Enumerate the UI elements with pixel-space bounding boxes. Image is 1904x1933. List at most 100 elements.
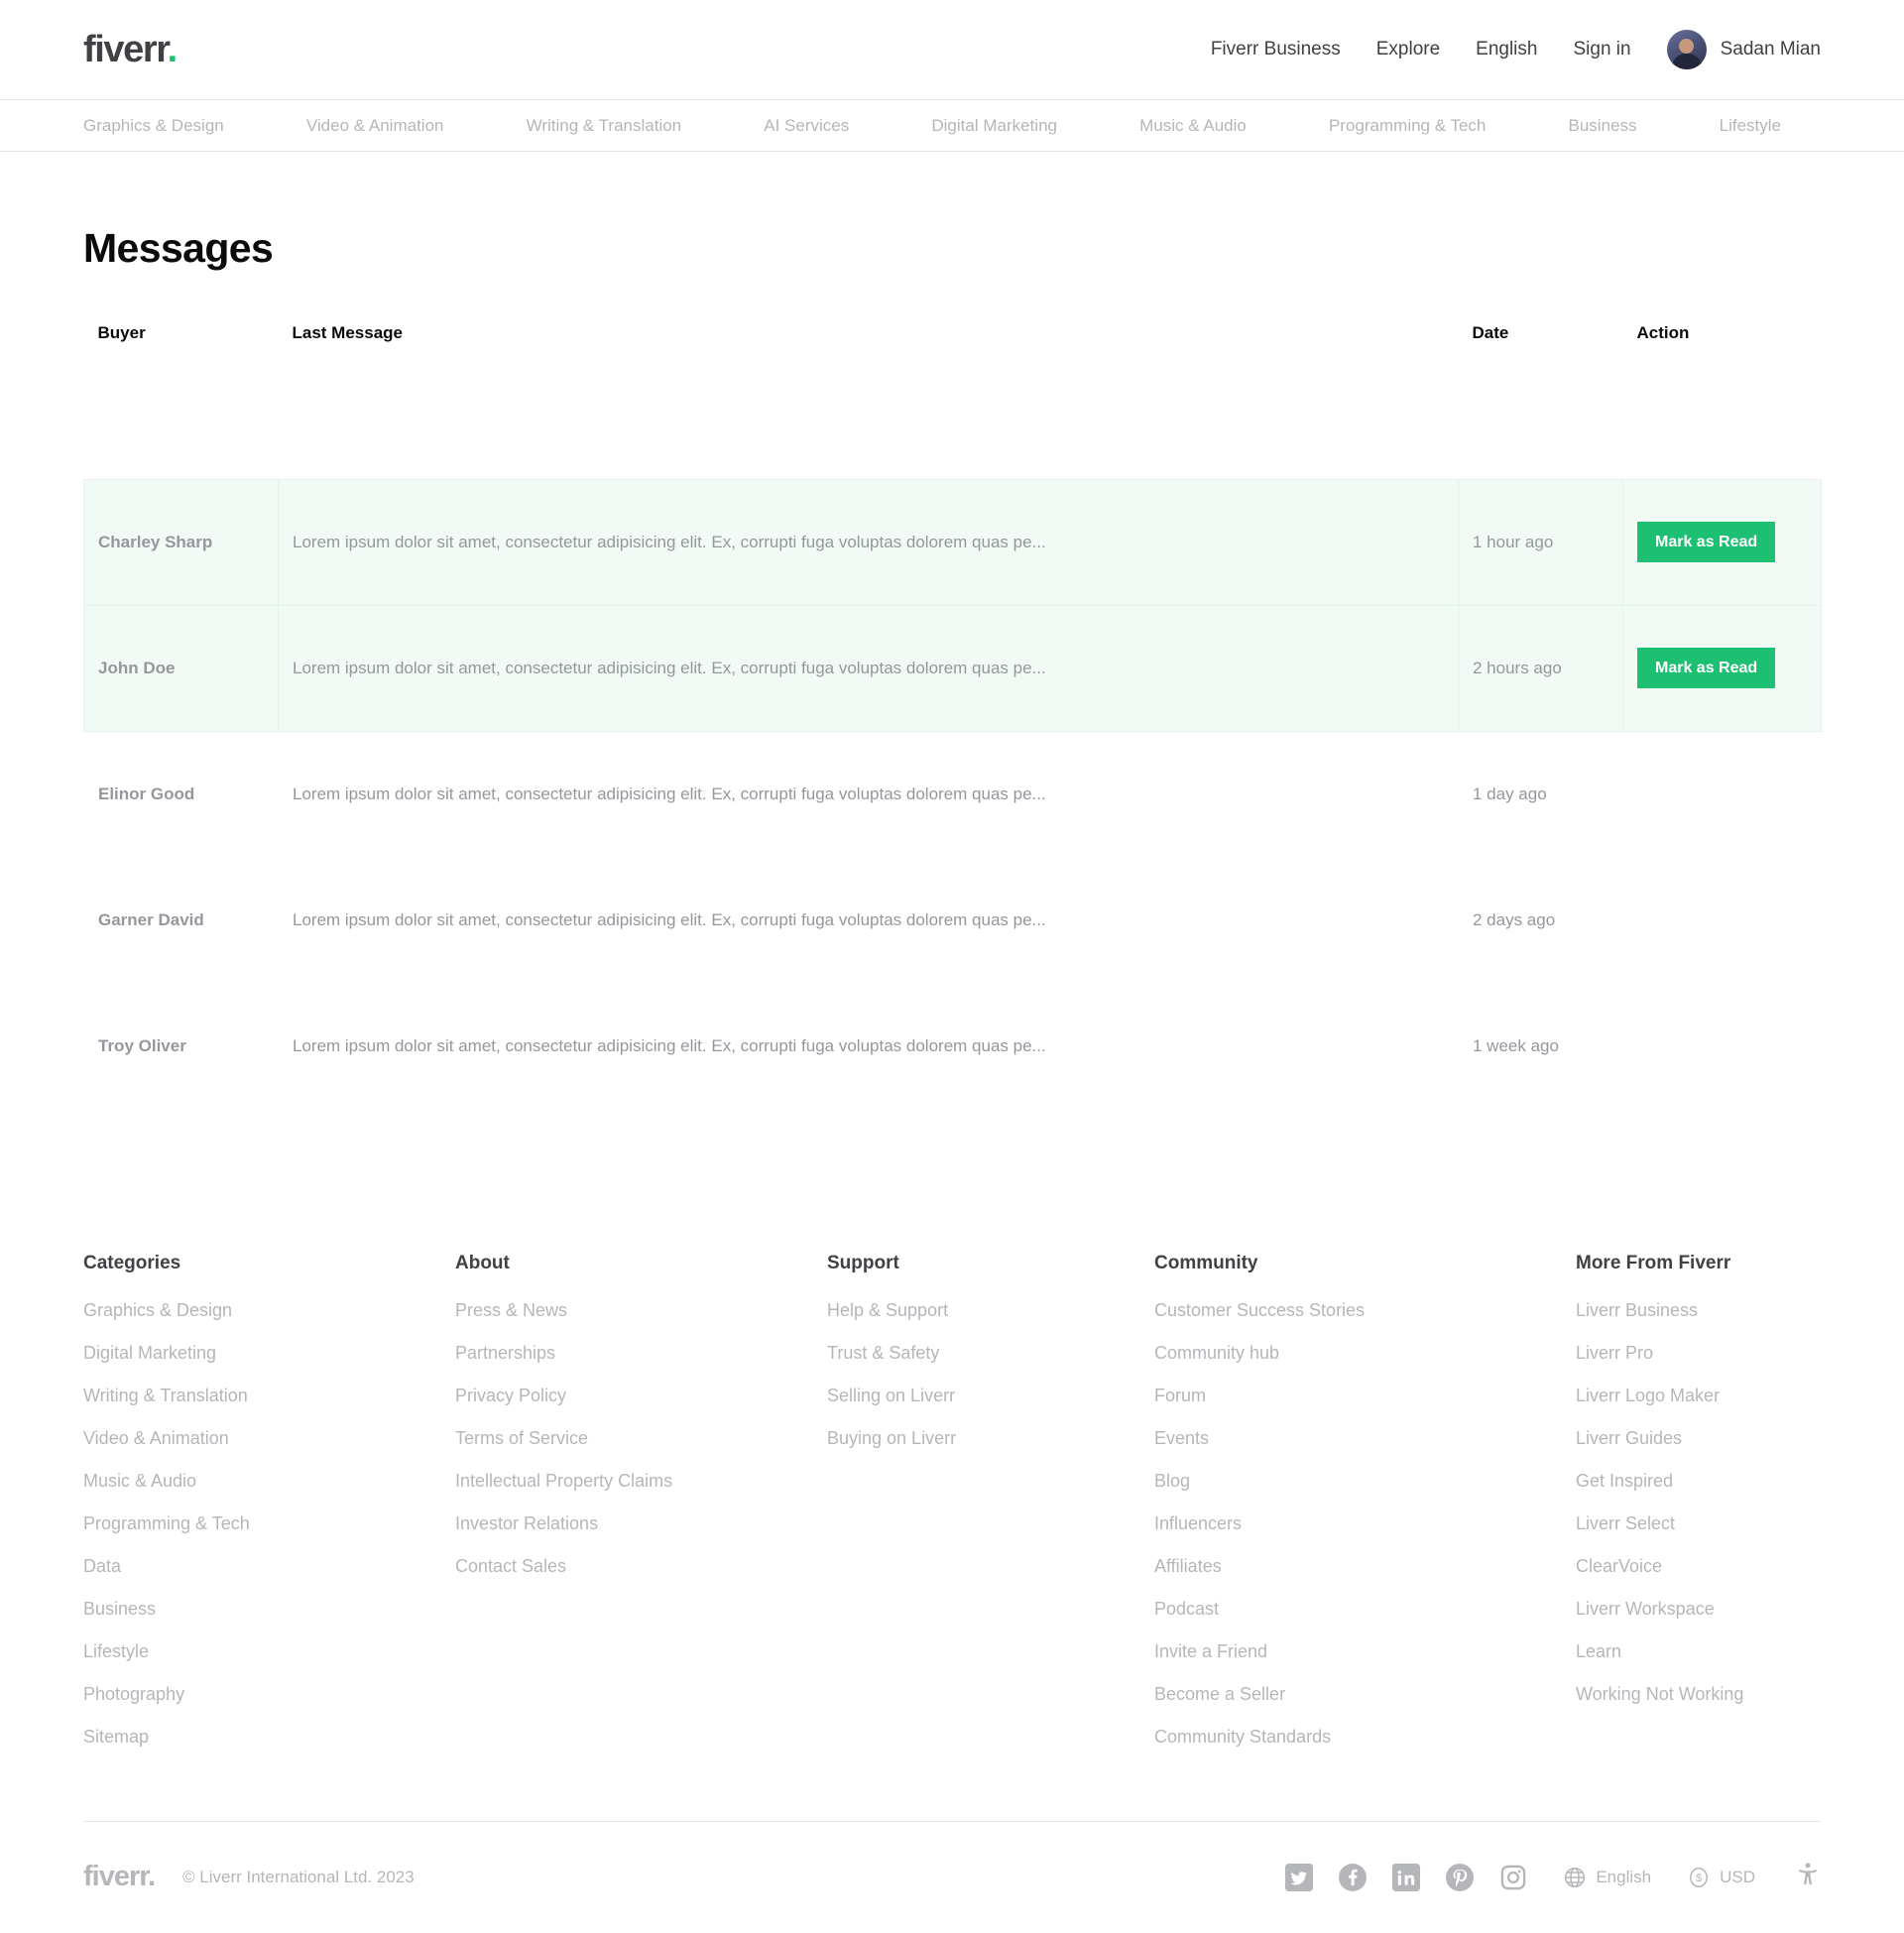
footer-list-categories: Graphics & Design Digital Marketing Writ…: [83, 1300, 455, 1748]
footer-link[interactable]: Digital Marketing: [83, 1343, 455, 1364]
cat-writing-translation[interactable]: Writing & Translation: [527, 116, 682, 136]
footer-columns: Categories Graphics & Design Digital Mar…: [83, 1253, 1821, 1769]
instagram-icon[interactable]: [1499, 1864, 1527, 1891]
footer-link[interactable]: Get Inspired: [1576, 1471, 1821, 1492]
row-action: Mark as Read: [1622, 478, 1822, 606]
footer-link[interactable]: Partnerships: [455, 1343, 827, 1364]
footer-link[interactable]: Liverr Guides: [1576, 1428, 1821, 1449]
footer-link[interactable]: Liverr Pro: [1576, 1343, 1821, 1364]
mark-as-read-button[interactable]: Mark as Read: [1637, 521, 1776, 563]
row-action: Mark as Read: [1622, 604, 1822, 732]
footer-link[interactable]: Photography: [83, 1684, 455, 1705]
footer-col-categories: Categories Graphics & Design Digital Mar…: [83, 1253, 455, 1769]
site-footer: Categories Graphics & Design Digital Mar…: [0, 1253, 1904, 1933]
fiverr-logo[interactable]: fiverr.: [83, 31, 178, 68]
footer-link[interactable]: Invite a Friend: [1154, 1641, 1576, 1662]
footer-link[interactable]: Become a Seller: [1154, 1684, 1576, 1705]
cat-graphics-design[interactable]: Graphics & Design: [83, 116, 224, 136]
footer-logo-dot: .: [147, 1861, 156, 1892]
language-selector[interactable]: English: [1563, 1866, 1651, 1889]
footer-link[interactable]: Liverr Business: [1576, 1300, 1821, 1321]
footer-link[interactable]: Lifestyle: [83, 1641, 455, 1662]
footer-link[interactable]: Writing & Translation: [83, 1386, 455, 1406]
footer-link[interactable]: Programming & Tech: [83, 1513, 455, 1534]
footer-link[interactable]: Forum: [1154, 1386, 1576, 1406]
twitter-icon[interactable]: [1285, 1863, 1314, 1891]
footer-link[interactable]: Liverr Logo Maker: [1576, 1386, 1821, 1406]
row-action: [1623, 983, 1822, 1109]
category-nav-list: Graphics & Design Video & Animation Writ…: [83, 116, 1821, 136]
user-name: Sadan Mian: [1720, 39, 1821, 60]
footer-link[interactable]: Graphics & Design: [83, 1300, 455, 1321]
currency-selector[interactable]: $ USD: [1687, 1866, 1755, 1889]
footer-link[interactable]: Contact Sales: [455, 1556, 827, 1577]
footer-link[interactable]: Press & News: [455, 1300, 827, 1321]
footer-bottom-right: English $ USD: [1285, 1862, 1821, 1892]
explore-link[interactable]: Explore: [1376, 39, 1440, 60]
footer-link[interactable]: Blog: [1154, 1471, 1576, 1492]
row-buyer: Garner David: [98, 909, 204, 929]
footer-link[interactable]: Trust & Safety: [827, 1343, 1154, 1364]
footer-link[interactable]: Video & Animation: [83, 1428, 455, 1449]
footer-fiverr-logo[interactable]: fiverr.: [83, 1861, 156, 1892]
footer-link[interactable]: Learn: [1576, 1641, 1821, 1662]
cat-video-animation[interactable]: Video & Animation: [306, 116, 444, 136]
footer-link[interactable]: Liverr Select: [1576, 1513, 1821, 1534]
cat-digital-marketing[interactable]: Digital Marketing: [931, 116, 1057, 136]
facebook-icon[interactable]: [1339, 1863, 1368, 1891]
cat-lifestyle[interactable]: Lifestyle: [1720, 116, 1781, 136]
accessibility-icon[interactable]: [1795, 1862, 1821, 1892]
table-row[interactable]: John Doe Lorem ipsum dolor sit amet, con…: [83, 604, 1822, 732]
footer-link[interactable]: Privacy Policy: [455, 1386, 827, 1406]
footer-link[interactable]: Buying on Liverr: [827, 1428, 1154, 1449]
footer-link[interactable]: Customer Success Stories: [1154, 1300, 1576, 1321]
footer-link[interactable]: Affiliates: [1154, 1556, 1576, 1577]
footer-link[interactable]: Intellectual Property Claims: [455, 1471, 827, 1492]
cat-music-audio[interactable]: Music & Audio: [1139, 116, 1247, 136]
footer-bottom-left: fiverr. © Liverr International Ltd. 2023: [83, 1863, 415, 1891]
footer-logo-text: fiverr: [83, 1861, 149, 1892]
footer-link[interactable]: Business: [83, 1599, 455, 1620]
footer-heading-community: Community: [1154, 1252, 1258, 1273]
footer-link[interactable]: ClearVoice: [1576, 1556, 1821, 1577]
messages-table: Buyer Last Message Date Action Charley S…: [83, 323, 1822, 1110]
sign-in-link[interactable]: Sign in: [1573, 39, 1630, 60]
language-link[interactable]: English: [1476, 39, 1537, 60]
cat-ai-services[interactable]: AI Services: [764, 116, 849, 136]
user-menu[interactable]: Sadan Mian: [1666, 30, 1821, 69]
footer-list-more-from-fiverr: Liverr Business Liverr Pro Liverr Logo M…: [1576, 1300, 1821, 1705]
row-buyer: Elinor Good: [98, 784, 195, 803]
row-buyer: Troy Oliver: [98, 1035, 186, 1055]
row-last-message: Lorem ipsum dolor sit amet, consectetur …: [293, 1035, 1046, 1055]
table-row[interactable]: Elinor Good Lorem ipsum dolor sit amet, …: [84, 731, 1822, 857]
footer-link[interactable]: Community Standards: [1154, 1727, 1576, 1748]
globe-icon: [1565, 1867, 1586, 1887]
footer-link[interactable]: Liverr Workspace: [1576, 1599, 1821, 1620]
table-row[interactable]: Troy Oliver Lorem ipsum dolor sit amet, …: [84, 983, 1822, 1109]
table-row[interactable]: Charley Sharp Lorem ipsum dolor sit amet…: [83, 478, 1822, 606]
footer-link[interactable]: Terms of Service: [455, 1428, 827, 1449]
footer-link[interactable]: Community hub: [1154, 1343, 1576, 1364]
svg-text:$: $: [1696, 1873, 1702, 1884]
row-buyer: John Doe: [83, 604, 279, 732]
footer-link[interactable]: Data: [83, 1556, 455, 1577]
cat-business[interactable]: Business: [1569, 116, 1637, 136]
footer-link[interactable]: Sitemap: [83, 1727, 455, 1748]
page-title: Messages: [83, 225, 274, 271]
footer-link[interactable]: Events: [1154, 1428, 1576, 1449]
row-last-message: Lorem ipsum dolor sit amet, consectetur …: [278, 478, 1459, 606]
pinterest-icon[interactable]: [1446, 1863, 1475, 1891]
footer-link[interactable]: Influencers: [1154, 1513, 1576, 1534]
mark-as-read-button[interactable]: Mark as Read: [1637, 647, 1776, 689]
footer-link[interactable]: Investor Relations: [455, 1513, 827, 1534]
footer-col-community: Community Customer Success Stories Commu…: [1154, 1253, 1576, 1769]
footer-link[interactable]: Working Not Working: [1576, 1684, 1821, 1705]
footer-link[interactable]: Selling on Liverr: [827, 1386, 1154, 1406]
fiverr-business-link[interactable]: Fiverr Business: [1211, 39, 1341, 60]
footer-link[interactable]: Podcast: [1154, 1599, 1576, 1620]
linkedin-icon[interactable]: [1392, 1863, 1421, 1891]
footer-link[interactable]: Help & Support: [827, 1300, 1154, 1321]
cat-programming-tech[interactable]: Programming & Tech: [1329, 116, 1486, 136]
footer-link[interactable]: Music & Audio: [83, 1471, 455, 1492]
table-row[interactable]: Garner David Lorem ipsum dolor sit amet,…: [84, 857, 1822, 983]
